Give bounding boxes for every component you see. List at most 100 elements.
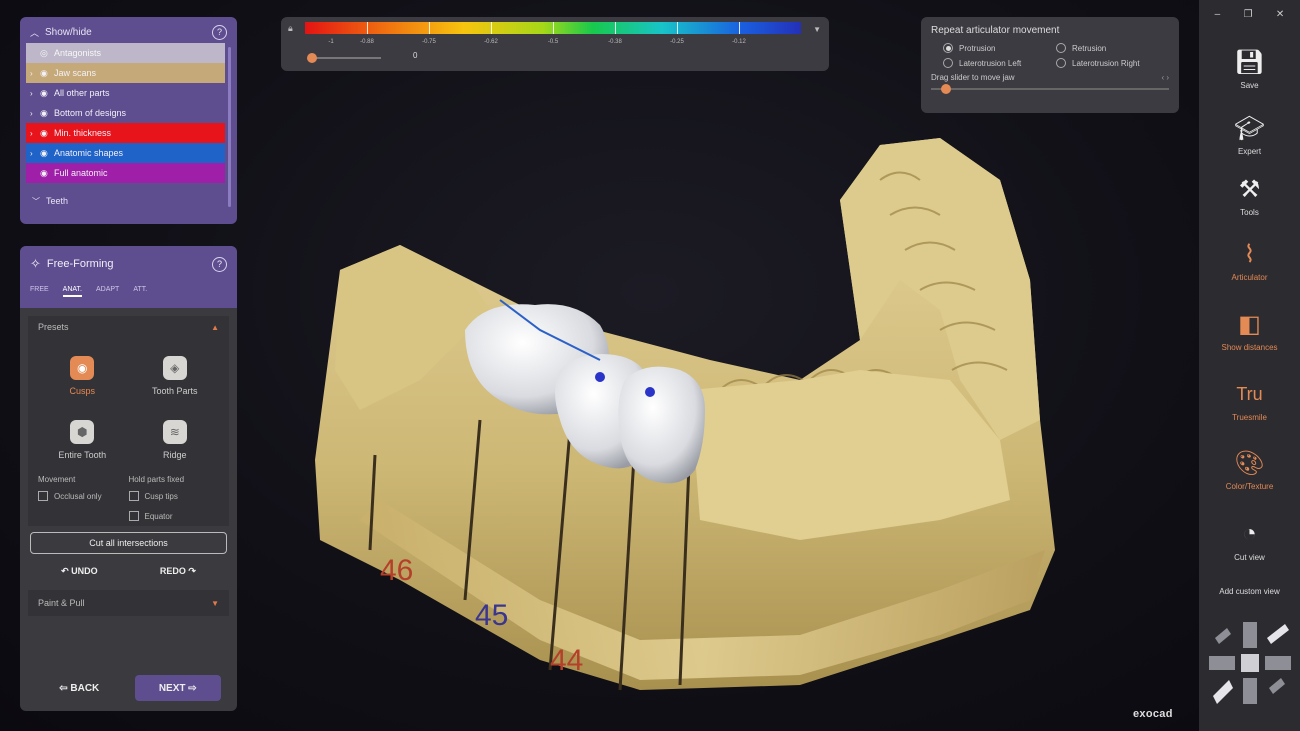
scale-slider-handle[interactable] [307, 53, 317, 63]
ridge-icon: ≋ [162, 420, 187, 444]
teeth-label: Teeth [46, 196, 69, 206]
paint-pull-section[interactable]: Paint & Pull ▼ [28, 590, 229, 616]
truesmile-button[interactable]: Tru Truesmile [1199, 378, 1300, 423]
eye-icon[interactable]: ◉ [40, 128, 54, 139]
eye-icon[interactable]: ◉ [40, 108, 54, 119]
view-top-right-corner[interactable] [1267, 624, 1289, 644]
hold-parts-label: Hold parts fixed [128, 474, 185, 484]
eye-icon[interactable]: ◉ [40, 168, 54, 179]
help-icon[interactable]: ? [212, 256, 227, 272]
checkbox-box[interactable] [128, 491, 139, 501]
undo-button[interactable]: ↶ UNDO [61, 566, 98, 577]
visibility-icon[interactable]: ◎ [40, 48, 54, 59]
preset-ridge[interactable]: ≋ Ridge [129, 408, 222, 472]
add-custom-view-button[interactable]: Add custom view [1199, 587, 1300, 596]
expand-arrow-icon[interactable]: › [30, 129, 40, 138]
expert-button[interactable]: 🎓︎ Expert [1199, 112, 1300, 157]
radio-protrusion[interactable]: Protrusion [943, 42, 1056, 54]
palette-icon: 🎨︎ [1234, 449, 1265, 477]
tool-label: Cut view [1234, 553, 1265, 562]
checkbox-box[interactable] [128, 511, 139, 521]
3d-viewport[interactable]: 46 45 44 [240, 80, 1195, 720]
preset-cusps[interactable]: ◉ Cusps [36, 344, 129, 408]
expand-arrow-icon[interactable]: › [30, 89, 40, 98]
radio-button[interactable] [943, 58, 953, 68]
cusp-tips-checkbox[interactable]: Cusp tips [128, 486, 220, 506]
view-right-face[interactable] [1265, 656, 1291, 670]
eye-icon[interactable]: ◉ [40, 148, 54, 159]
view-bottom-right-corner[interactable] [1269, 678, 1285, 694]
tab-adapt[interactable]: ADAPT [96, 286, 119, 297]
presets-label: Presets [38, 322, 69, 332]
view-bottom-left-corner[interactable] [1213, 680, 1233, 704]
checkbox-box[interactable] [38, 491, 48, 501]
movement-label: Movement [38, 474, 76, 484]
view-front-face[interactable] [1241, 654, 1259, 672]
tab-free[interactable]: FREE [30, 286, 49, 297]
redo-button[interactable]: REDO ↷ [160, 566, 196, 577]
expand-arrow-icon[interactable]: › [30, 149, 40, 158]
tooth-number-44: 44 [550, 644, 583, 677]
articulator-button[interactable]: ⌇ Articulator [1199, 238, 1300, 283]
show-hide-header[interactable]: ︿ Show/hide ? [24, 21, 233, 43]
view-left-face[interactable] [1209, 656, 1235, 670]
eye-icon[interactable]: ◉ [40, 88, 54, 99]
layer-label: Jaw scans [54, 68, 97, 78]
tools-button[interactable]: ⚒ Tools [1199, 173, 1300, 218]
chevron-down-icon[interactable]: ﹀ [32, 196, 40, 207]
dropdown-arrow-icon[interactable]: ▼ [813, 25, 821, 34]
cut-all-intersections-button[interactable]: Cut all intersections [30, 532, 227, 554]
show-distances-button[interactable]: ◧ Show distances [1199, 308, 1300, 353]
scrollbar[interactable] [228, 47, 231, 207]
save-button[interactable]: 💾︎ Save [1199, 46, 1300, 91]
preset-label: Ridge [162, 450, 187, 460]
radio-laterotrusion-right[interactable]: Laterotrusion Right [1056, 57, 1169, 69]
next-button[interactable]: NEXT ⇨ [134, 675, 221, 701]
close-icon[interactable]: ✕ [1276, 9, 1284, 20]
view-top-left-corner[interactable] [1215, 628, 1231, 644]
teeth-group-row[interactable]: ﹀ Teeth [24, 191, 233, 211]
tab-att[interactable]: ATT. [133, 286, 147, 297]
chevron-up-icon[interactable]: ▲ [211, 323, 219, 332]
tab-anat[interactable]: ANAT. [62, 286, 82, 297]
restore-icon[interactable]: ❐ [1244, 9, 1253, 20]
cut-view-button[interactable]: ◔ Cut view [1199, 518, 1300, 562]
radio-button[interactable] [1056, 43, 1066, 53]
help-icon[interactable]: ? [212, 24, 227, 40]
scale-slider-track[interactable] [309, 57, 381, 59]
lock-icon[interactable]: 🔒︎ [288, 23, 293, 34]
chevron-down-icon[interactable]: ▼ [211, 599, 219, 608]
occlusal-only-checkbox[interactable]: Occlusal only [38, 486, 129, 506]
layer-row-min-thickness[interactable]: › ◉ Min. thickness [26, 123, 225, 143]
equator-checkbox[interactable]: Equator [128, 506, 220, 526]
presets-header[interactable]: Presets ▲ [28, 316, 229, 338]
layer-row-all-other-parts[interactable]: › ◉ All other parts [26, 83, 225, 103]
scale-tick [367, 22, 368, 34]
eye-icon[interactable]: ◉ [40, 68, 54, 79]
radio-retrusion[interactable]: Retrusion [1056, 42, 1169, 54]
radio-button[interactable] [943, 43, 953, 53]
layer-row-jaw-scans[interactable]: › ◉ Jaw scans [26, 63, 225, 83]
view-bottom-face[interactable] [1243, 678, 1257, 704]
tool-label: Truesmile [1232, 413, 1267, 422]
back-button[interactable]: ⇦ BACK [36, 675, 122, 701]
preset-tooth-parts[interactable]: ◈ Tooth Parts [129, 344, 222, 408]
radio-button[interactable] [1056, 58, 1066, 68]
layer-row-full-anatomic[interactable]: ◉ Full anatomic [26, 163, 225, 183]
layer-row-bottom-of-designs[interactable]: › ◉ Bottom of designs [26, 103, 225, 123]
expand-arrow-icon[interactable]: › [30, 109, 40, 118]
minimize-icon[interactable]: – [1215, 9, 1221, 20]
scale-label: -1 [328, 39, 334, 45]
view-top-face[interactable] [1243, 622, 1257, 648]
show-hide-panel: ︿ Show/hide ? ◎ Antagonists › ◉ Jaw scan… [20, 17, 237, 224]
preset-entire-tooth[interactable]: ⬢ Entire Tooth [36, 408, 129, 472]
layer-row-anatomic-shapes[interactable]: › ◉ Anatomic shapes [26, 143, 225, 163]
expand-arrow-icon[interactable]: › [30, 69, 40, 78]
view-navigation-cube[interactable] [1205, 618, 1295, 708]
radio-laterotrusion-left[interactable]: Laterotrusion Left [943, 57, 1056, 69]
layer-row-antagonists[interactable]: ◎ Antagonists [26, 43, 225, 63]
radio-label: Laterotrusion Left [959, 58, 1022, 68]
back-label: BACK [70, 682, 100, 694]
color-texture-button[interactable]: 🎨︎ Color/Texture [1199, 447, 1300, 492]
chevron-up-icon[interactable]: ︿ [30, 26, 39, 39]
